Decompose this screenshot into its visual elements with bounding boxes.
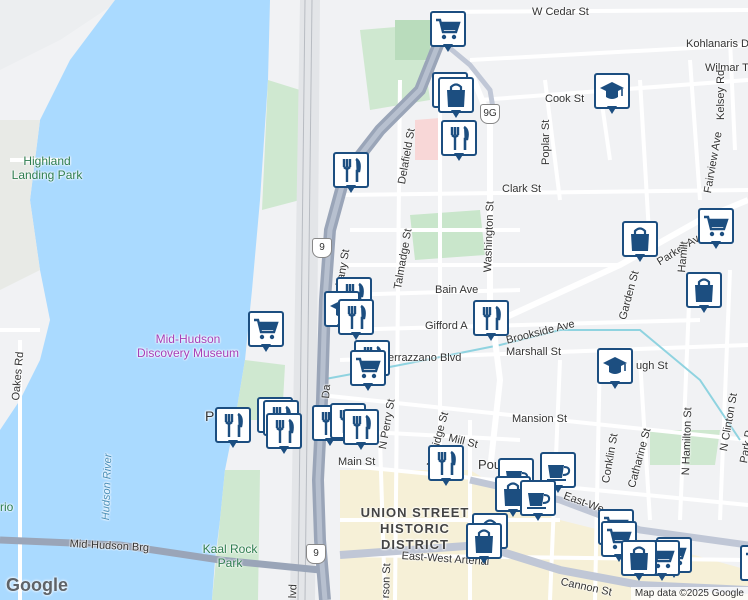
street-label-lvd: lvd <box>287 583 300 599</box>
restaurant-marker[interactable] <box>333 152 369 194</box>
street-label-verrazzano: errazzano Blvd <box>388 352 462 364</box>
district-label: UNION STREET HISTORIC DISTRICT <box>360 505 470 552</box>
street-label-rson: rson St <box>380 563 394 599</box>
fork-knife-icon <box>224 412 243 439</box>
street-label-n-hamilton: N Hamilton St <box>680 407 695 476</box>
fork-knife-icon <box>352 414 371 441</box>
restaurant-marker[interactable] <box>215 407 251 449</box>
park-label-rio: rio <box>0 500 14 514</box>
park-label-kaal-rock: Kaal Rock Park <box>202 542 258 570</box>
shopping-marker[interactable] <box>466 523 502 565</box>
shopping-bag-icon <box>628 546 650 572</box>
grocery-marker[interactable] <box>740 545 748 587</box>
street-label-clark: Clark St <box>502 183 542 195</box>
shopping-marker[interactable] <box>686 272 722 314</box>
street-label-gifford: Gifford A <box>425 320 468 332</box>
map-attribution[interactable]: Map data ©2025 Google <box>630 587 748 600</box>
google-logo: Google <box>6 575 68 595</box>
grocery-marker[interactable] <box>698 208 734 250</box>
grocery-marker[interactable] <box>350 350 386 392</box>
mortarboard-icon <box>602 356 628 375</box>
restaurant-marker[interactable] <box>441 120 477 162</box>
shopping-bag-icon <box>445 83 467 109</box>
school-marker[interactable] <box>594 73 630 115</box>
street-label-washington: Washington St <box>482 200 497 273</box>
street-label-bain: Bain Ave <box>435 284 479 296</box>
cart-icon <box>744 552 748 575</box>
fork-knife-icon <box>275 418 294 445</box>
shopping-bag-icon <box>473 529 495 555</box>
school-marker[interactable] <box>597 348 633 390</box>
fork-knife-icon <box>342 157 361 184</box>
fork-knife-icon <box>347 304 366 331</box>
street-label-w-cedar: W Cedar St <box>532 6 589 18</box>
shopping-marker[interactable] <box>622 221 658 263</box>
restaurant-marker[interactable] <box>266 413 302 455</box>
cart-icon <box>702 215 729 238</box>
street-label-rough: ugh St <box>636 360 668 372</box>
shopping-marker[interactable] <box>438 77 474 119</box>
cart-icon <box>434 18 461 41</box>
shopping-bag-icon <box>629 227 651 253</box>
street-label-kelsey: Kelsey Rd <box>715 69 727 120</box>
street-label-marshall: Marshall St <box>506 346 562 358</box>
route-9-shield-north: 9 <box>312 238 332 258</box>
place-label-p: P <box>205 408 215 424</box>
route-9-shield-south: 9 <box>306 544 326 564</box>
street-label-da: Da <box>320 383 334 400</box>
mortarboard-icon <box>599 81 625 100</box>
street-label-poplar: Poplar St <box>540 119 552 165</box>
fork-knife-icon <box>437 450 456 477</box>
museum-label: Mid-Hudson Discovery Museum <box>136 332 240 360</box>
fork-knife-icon <box>450 125 469 152</box>
cart-icon <box>252 318 279 341</box>
park-label-highland-landing: Highland Landing Park <box>11 154 83 182</box>
fork-knife-icon <box>482 305 501 332</box>
riverfront-park <box>262 80 300 210</box>
coffee-cup-icon <box>526 492 551 509</box>
grocery-marker[interactable] <box>248 311 284 353</box>
street-label-cook: Cook St <box>545 93 585 105</box>
cafe-marker[interactable] <box>520 480 556 522</box>
street-label-kohlanaris: Kohlanaris D <box>686 38 748 50</box>
route-9g-shield: 9G <box>480 104 500 124</box>
grocery-marker[interactable] <box>430 11 466 53</box>
street-label-mansion: Mansion St <box>512 413 568 425</box>
street-label-main: Main St <box>338 456 376 468</box>
cart-icon <box>354 357 381 380</box>
restaurant-marker[interactable] <box>473 300 509 342</box>
restaurant-marker[interactable] <box>338 299 374 341</box>
restaurant-marker[interactable] <box>343 409 379 451</box>
restaurant-marker[interactable] <box>428 445 464 487</box>
shopping-bag-icon <box>693 278 715 304</box>
water-label-hudson-river: Hudson River <box>100 453 115 521</box>
shopping-marker[interactable] <box>621 540 657 582</box>
